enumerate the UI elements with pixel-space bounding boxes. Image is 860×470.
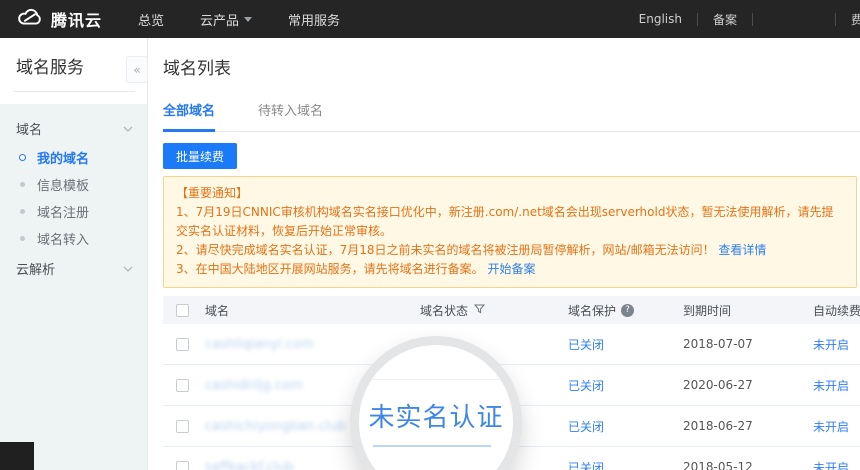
top-navbar: 腾讯云 总览 云产品 常用服务 English 备案 费用 bbox=[0, 0, 860, 38]
help-icon[interactable]: ? bbox=[621, 304, 634, 317]
nav-divider bbox=[697, 13, 698, 26]
auto-renew-link[interactable]: 未开启 bbox=[813, 338, 849, 352]
notice-line-1: 1、7月19日CNNIC审核机构域名实名接口优化中，新注册.com/.net域名… bbox=[176, 203, 844, 241]
nav-products[interactable]: 云产品 bbox=[200, 10, 252, 29]
magnified-status-text: 未实名认证 bbox=[359, 397, 513, 434]
notice-line-2: 2、请尽快完成域名实名认证，7月18日之前未实名的域名将被注册局暂停解析，网站/… bbox=[176, 241, 844, 260]
bullet-icon bbox=[20, 236, 25, 241]
brand-name: 腾讯云 bbox=[51, 7, 102, 31]
chevron-down-icon bbox=[244, 17, 252, 22]
bullet-icon bbox=[20, 182, 25, 187]
table-row: cashliqianyi.com 正常 已关闭 2018-07-07 未开启 bbox=[163, 324, 860, 365]
page-title: 域名列表 bbox=[163, 54, 860, 79]
corner-widget[interactable] bbox=[0, 442, 34, 470]
header-auto-renew: 自动续费 bbox=[813, 302, 860, 319]
chevron-down-icon bbox=[123, 261, 133, 276]
header-domain: 域名 bbox=[205, 302, 420, 319]
sidebar-item-label: 信息模板 bbox=[37, 175, 89, 194]
chevron-down-icon bbox=[123, 121, 133, 136]
sidebar-item-label: 域名转入 bbox=[37, 229, 89, 248]
header-status: 域名状态 bbox=[420, 302, 468, 319]
sidebar-item-domain-register[interactable]: 域名注册 bbox=[0, 198, 147, 225]
row-checkbox[interactable] bbox=[176, 379, 189, 392]
important-notice-box: 【重要通知】 1、7月19日CNNIC审核机构域名实名接口优化中，新注册.com… bbox=[163, 176, 857, 288]
sidebar-service-title: 域名服务 bbox=[0, 38, 147, 78]
select-all-checkbox[interactable] bbox=[176, 304, 189, 317]
row-checkbox[interactable] bbox=[176, 420, 189, 433]
bullet-icon bbox=[19, 154, 26, 161]
nav-divider bbox=[752, 13, 753, 26]
domain-name[interactable]: cashidnljg.com bbox=[205, 378, 303, 393]
sidebar-group-dns-label: 云解析 bbox=[16, 259, 55, 278]
magnified-row-divider bbox=[354, 379, 518, 380]
sidebar-group-domain[interactable]: 域名 bbox=[0, 112, 147, 144]
notice-line-2-text: 2、请尽快完成域名实名认证，7月18日之前未实名的域名将被注册局暂停解析，网站/… bbox=[176, 243, 715, 257]
nav-language[interactable]: English bbox=[639, 12, 682, 26]
header-expire: 到期时间 bbox=[683, 302, 813, 319]
navbar-right: English 备案 费用 bbox=[639, 11, 860, 28]
filter-icon[interactable] bbox=[474, 303, 485, 317]
expire-date: 2018-06-27 bbox=[683, 419, 753, 433]
notice-line-3: 3、在中国大陆地区开展网站服务，请先将域名进行备案。 开始备案 bbox=[176, 260, 844, 279]
header-protection: 域名保护 bbox=[568, 302, 616, 319]
nav-products-label: 云产品 bbox=[200, 10, 239, 29]
nav-overview[interactable]: 总览 bbox=[138, 10, 164, 29]
tencent-cloud-logo[interactable]: 腾讯云 bbox=[16, 7, 102, 31]
sidebar-group-dns[interactable]: 云解析 bbox=[0, 252, 147, 284]
sidebar-item-label: 我的域名 bbox=[37, 148, 89, 167]
sidebar-item-label: 域名注册 bbox=[37, 202, 89, 221]
sidebar-item-domain-transfer[interactable]: 域名转入 bbox=[0, 225, 147, 252]
domain-name[interactable]: saffkackf.club bbox=[205, 460, 294, 470]
expire-date: 2018-07-07 bbox=[683, 337, 753, 351]
bullet-icon bbox=[20, 209, 25, 214]
nav-fee[interactable]: 费用 bbox=[851, 11, 860, 28]
tab-pending-transfer[interactable]: 待转入域名 bbox=[258, 100, 323, 131]
tab-bar: 全部域名 待转入域名 bbox=[163, 100, 860, 132]
cloud-logo-icon bbox=[16, 8, 44, 30]
protection-link[interactable]: 已关闭 bbox=[568, 377, 604, 394]
protection-link[interactable]: 已关闭 bbox=[568, 459, 604, 470]
sidebar-group-domain-label: 域名 bbox=[16, 119, 42, 138]
protection-link[interactable]: 已关闭 bbox=[568, 418, 604, 435]
domain-name[interactable]: cashichiyongban.club bbox=[205, 419, 346, 434]
auto-renew-link[interactable]: 未开启 bbox=[813, 461, 849, 470]
expire-date: 2018-05-12 bbox=[683, 460, 753, 470]
batch-renew-button[interactable]: 批量续费 bbox=[163, 143, 237, 169]
domain-name[interactable]: cashliqianyi.com bbox=[205, 337, 314, 352]
start-beian-link[interactable]: 开始备案 bbox=[487, 262, 535, 276]
sidebar-item-info-templates[interactable]: 信息模板 bbox=[0, 171, 147, 198]
tab-all-domains[interactable]: 全部域名 bbox=[163, 100, 215, 132]
sidebar-collapse-button[interactable]: « bbox=[126, 56, 148, 83]
nav-divider bbox=[835, 13, 836, 26]
sidebar-item-my-domains[interactable]: 我的域名 bbox=[0, 144, 147, 171]
protection-link[interactable]: 已关闭 bbox=[568, 336, 604, 353]
nav-beian[interactable]: 备案 bbox=[713, 11, 737, 28]
row-checkbox[interactable] bbox=[176, 338, 189, 351]
row-checkbox[interactable] bbox=[176, 461, 189, 470]
sidebar: 域名服务 « 域名 我的域名 信息模板 域名注册 bbox=[0, 38, 148, 470]
notice-title: 【重要通知】 bbox=[176, 184, 844, 203]
sidebar-menu: 域名 我的域名 信息模板 域名注册 域名转入 bbox=[0, 104, 147, 470]
auto-renew-link[interactable]: 未开启 bbox=[813, 379, 849, 393]
auto-renew-link[interactable]: 未开启 bbox=[813, 420, 849, 434]
nav-common-services[interactable]: 常用服务 bbox=[288, 10, 340, 29]
view-details-link[interactable]: 查看详情 bbox=[718, 243, 766, 257]
table-header-row: 域名 域名状态 域名保护 ? 到期时间 自动续费 bbox=[163, 296, 860, 324]
magnified-link-underline bbox=[373, 445, 491, 447]
expire-date: 2020-06-27 bbox=[683, 378, 753, 392]
sidebar-divider bbox=[14, 91, 135, 92]
notice-line-3-text: 3、在中国大陆地区开展网站服务，请先将域名进行备案。 bbox=[176, 262, 484, 276]
